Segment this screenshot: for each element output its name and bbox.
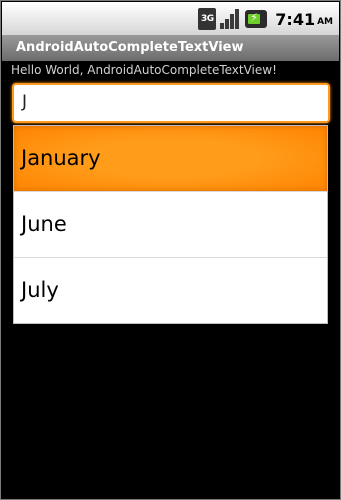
clock-ampm: AM	[317, 17, 333, 27]
clock: 7:41	[275, 9, 316, 29]
suggestion-item-july[interactable]: July	[14, 258, 327, 323]
signal-icon	[219, 8, 241, 30]
status-bar: 3G 7:41 AM	[2, 2, 339, 35]
suggestion-item-january[interactable]: January	[14, 126, 327, 191]
device-screen: 3G 7:41 AM AndroidAutoCompleteTextView H…	[0, 0, 341, 500]
suggestion-item-june[interactable]: June	[14, 192, 327, 257]
battery-charging-icon	[245, 10, 268, 28]
app-title-bar: AndroidAutoCompleteTextView	[2, 35, 339, 61]
hello-text: Hello World, AndroidAutoCompleteTextView…	[11, 63, 277, 77]
suggestion-dropdown: January June July	[13, 125, 328, 324]
input-value: J	[22, 92, 28, 112]
3g-icon: 3G	[198, 8, 217, 30]
autocomplete-input[interactable]: J	[12, 83, 330, 123]
